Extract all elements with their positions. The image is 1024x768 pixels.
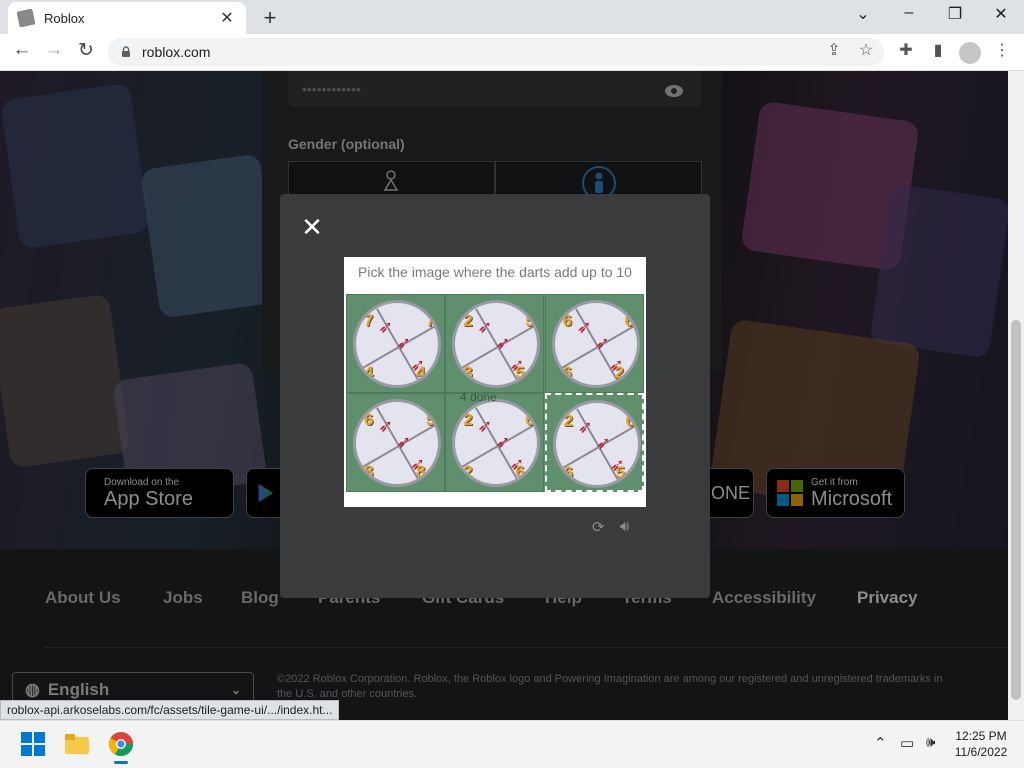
menu-kebab-icon[interactable]: ⋮ <box>990 40 1014 60</box>
scrollbar-thumb[interactable] <box>1011 320 1021 700</box>
dartboard-image: 2 5 5 3 ➶ ➶ ➶ <box>452 300 541 388</box>
dart-icon: ➶ <box>577 417 593 437</box>
dart-icon: ➶ <box>608 355 624 375</box>
active-app-indicator <box>114 761 128 764</box>
dartboard-number: 6 <box>624 311 635 330</box>
dartboard-image: 2 6 6 2 ➶ ➶ ➶ <box>452 399 541 487</box>
restore-icon[interactable]: ❐ <box>940 4 970 24</box>
dartboard-number: 6 <box>364 410 374 429</box>
back-icon[interactable]: ← <box>8 39 36 61</box>
captcha-tile[interactable]: 7 4 7 4 ➶ ➶ ➶ <box>346 294 445 393</box>
windows-taskbar <box>0 720 1024 768</box>
dart-icon: ➶ <box>378 317 394 337</box>
dartboard-number: 6 <box>563 463 574 482</box>
dartboard-image: 6 8 5 8 ➶ ➶ ➶ <box>353 399 441 487</box>
tab-bar: Roblox ✕ + ⌄ – ❐ ✕ <box>0 0 1024 34</box>
chrome-icon[interactable] <box>108 731 134 757</box>
bookmark-star-icon[interactable]: ☆ <box>854 40 878 60</box>
dartboard-image: 6 2 6 6 ➶ ➶ ➶ <box>551 300 640 388</box>
system-clock[interactable]: 12:25 PM 11/6/2022 <box>946 728 1016 760</box>
dart-icon: ➶ <box>378 416 394 436</box>
dartboard-image: 7 4 7 4 ➶ ➶ ➶ <box>353 300 441 388</box>
tab-search-icon[interactable]: ⌄ <box>848 4 878 24</box>
dartboard-number: 5 <box>426 410 436 429</box>
dartboard-number: 6 <box>625 411 636 430</box>
captcha-tile[interactable]: 6 2 6 6 ➶ ➶ ➶ <box>544 294 644 393</box>
dartboard-number: 4 <box>364 363 374 382</box>
dartboard-number: 8 <box>364 462 374 481</box>
captcha-tile[interactable]: 2 5 5 3 ➶ ➶ ➶ <box>445 294 545 393</box>
modal-close-icon[interactable]: ✕ <box>300 212 324 243</box>
dartboard-number: 6 <box>525 410 535 429</box>
clock-time: 12:25 PM <box>955 729 1007 743</box>
dart-icon: ➶ <box>495 432 511 452</box>
dartboard-number: 6 <box>562 311 573 330</box>
tab-title: Roblox <box>44 10 85 26</box>
dart-icon: ➶ <box>477 317 493 337</box>
browser-toolbar: ← → ↻ roblox.com ⇪ ☆ ✚ ▮ ⋮ <box>0 34 1024 71</box>
address-bar[interactable]: roblox.com <box>108 38 884 66</box>
link-status-bar: roblox-api.arkoselabs.com/fc/assets/tile… <box>0 700 340 720</box>
dart-icon: ➶ <box>410 454 426 474</box>
share-icon[interactable]: ⇪ <box>822 40 846 60</box>
dart-icon: ➶ <box>396 432 412 452</box>
profile-avatar[interactable] <box>959 42 981 64</box>
refresh-icon[interactable]: ⟳ <box>592 518 605 536</box>
url-text: roblox.com <box>142 44 211 60</box>
dart-icon: ➶ <box>595 433 611 453</box>
dartboard-number: 2 <box>463 410 473 429</box>
network-icon[interactable]: ▭ <box>900 734 914 752</box>
dartboard-number: 3 <box>463 363 473 382</box>
dart-icon: ➶ <box>609 455 625 475</box>
dartboard-number: 5 <box>525 311 535 330</box>
windows-start-icon[interactable] <box>20 731 46 757</box>
dart-icon: ➶ <box>576 317 592 337</box>
clock-date: 11/6/2022 <box>954 745 1008 759</box>
lock-icon <box>122 46 130 57</box>
dartboard-number: 6 <box>562 363 573 382</box>
extensions-icon[interactable]: ✚ <box>894 40 918 60</box>
dart-icon: ➶ <box>509 355 525 375</box>
dart-icon: ➶ <box>477 416 493 436</box>
captcha-tile[interactable]: 6 8 5 8 ➶ ➶ ➶ <box>346 393 445 492</box>
dart-icon: ➶ <box>509 454 525 474</box>
dartboard-image: 2 5 6 6 ➶ ➶ ➶ <box>552 400 641 488</box>
roblox-favicon-icon <box>16 8 36 28</box>
dart-icon: ➶ <box>410 355 426 375</box>
captcha-tile[interactable]: 2 5 6 6 ➶ ➶ ➶ <box>544 393 644 492</box>
dartboard-number: 2 <box>563 411 574 430</box>
reload-icon[interactable]: ↻ <box>72 39 100 62</box>
dartboard-number: 2 <box>463 462 473 481</box>
dartboard-number: 2 <box>463 311 473 330</box>
dartboard-number: 7 <box>364 311 374 330</box>
forward-icon[interactable]: → <box>40 39 68 61</box>
show-hidden-icons-icon[interactable]: ⌃ <box>874 734 887 752</box>
window-close-icon[interactable]: ✕ <box>986 4 1016 24</box>
new-tab-icon[interactable]: + <box>258 5 282 31</box>
tab-close-icon[interactable]: ✕ <box>218 8 236 28</box>
dartboard-number: 7 <box>426 311 436 330</box>
audio-icon[interactable]: 🔊︎ <box>620 518 629 535</box>
dart-icon: ➶ <box>594 333 610 353</box>
dart-icon: ➶ <box>495 333 511 353</box>
dart-icon: ➶ <box>396 333 412 353</box>
captcha-tile[interactable]: 2 6 6 2 ➶ ➶ ➶ <box>445 393 545 492</box>
captcha-progress-text: 4 done <box>460 390 497 404</box>
captcha-prompt: Pick the image where the darts add up to… <box>358 264 632 280</box>
file-explorer-icon[interactable] <box>64 731 90 757</box>
volume-icon[interactable]: 🕪︎ <box>926 734 935 751</box>
browser-tab[interactable]: Roblox ✕ <box>8 2 246 34</box>
minimize-icon[interactable]: – <box>894 4 924 22</box>
side-panel-icon[interactable]: ▮ <box>926 40 950 60</box>
